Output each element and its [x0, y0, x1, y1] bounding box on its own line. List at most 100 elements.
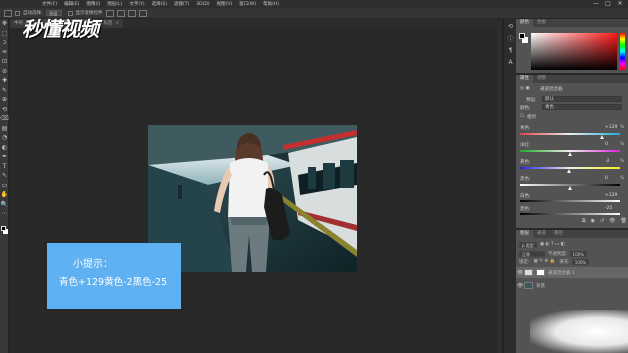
menu-item[interactable]: 编辑(E): [64, 1, 79, 7]
preset-label: 预设:: [526, 98, 537, 103]
foreground-color-swatch[interactable]: [1, 226, 6, 231]
preset-dropdown[interactable]: 默认: [542, 96, 622, 102]
slider-thumb[interactable]: [566, 169, 571, 173]
menu-item[interactable]: 图像(I): [86, 1, 100, 7]
tools-panel: ✥ ⬚ ↄ ⌯ ⊡ ⊘ ✚ ✎ ⊕ ⟲ ⌫ ▤ ◔ ◐ ✒ T ↖ ▭ ✋ 🔍 ⋯: [0, 19, 9, 353]
blur-icon[interactable]: ◔: [0, 133, 9, 143]
quick-select-icon[interactable]: ⌯: [0, 48, 9, 58]
healing-brush-icon[interactable]: ✚: [0, 76, 9, 86]
slider-thumb[interactable]: [567, 186, 572, 190]
align-left-icon[interactable]: [105, 9, 114, 17]
crop-tool-icon[interactable]: ⊡: [0, 57, 9, 67]
move-tool-icon[interactable]: [4, 9, 12, 17]
pen-tool-icon[interactable]: ✒: [0, 152, 9, 162]
opacity-input[interactable]: 100%: [569, 250, 587, 257]
slider-thumb[interactable]: [567, 152, 572, 156]
tab-swatches[interactable]: 色板: [533, 19, 550, 27]
lock-label: 锁定:: [519, 259, 530, 265]
menu-item[interactable]: 文件(F): [42, 1, 57, 7]
marquee-tool-icon[interactable]: ⬚: [0, 29, 9, 39]
menu-item[interactable]: 3D(D): [196, 2, 209, 7]
shape-tool-icon[interactable]: ▭: [0, 181, 9, 191]
eye-icon[interactable]: 👁: [516, 270, 524, 276]
white-slider-track[interactable]: [520, 200, 620, 202]
output-channel-label: 颜色:: [520, 106, 531, 111]
menu-item[interactable]: 选择(S): [152, 1, 167, 7]
delete-icon[interactable]: 🗑: [621, 218, 627, 224]
align-center-icon[interactable]: [116, 9, 125, 17]
white-label: 白色:: [520, 194, 531, 199]
slider-track[interactable]: [520, 133, 620, 135]
menu-item[interactable]: 滤镜(T): [174, 1, 189, 7]
tip-body: 青色+129黄色-2黑色-25: [59, 277, 168, 288]
menu-item[interactable]: 图层(L): [107, 1, 122, 7]
visibility-icon[interactable]: 👁: [609, 218, 615, 224]
clip-layer-icon[interactable]: ⧉: [582, 218, 586, 224]
clone-stamp-icon[interactable]: ⊕: [0, 95, 9, 105]
move-tool-icon[interactable]: ✥: [0, 19, 9, 29]
tab-paths[interactable]: 路径: [550, 230, 567, 238]
slider-value-input[interactable]: -2: [605, 159, 610, 164]
tab-close-icon[interactable]: ×: [115, 19, 119, 28]
menu-item[interactable]: 文字(Y): [129, 1, 144, 7]
menu-item[interactable]: 帮助(H): [263, 1, 279, 7]
close-icon[interactable]: ✕: [614, 0, 626, 8]
percent-unit: %: [620, 159, 625, 164]
path-select-icon[interactable]: ↖: [0, 171, 9, 181]
color-picker-field[interactable]: [531, 33, 617, 70]
tab-adjustments[interactable]: 调整: [533, 75, 550, 83]
vertical-scrollbar[interactable]: [497, 28, 501, 353]
type-tool-icon[interactable]: T: [0, 162, 9, 172]
distribute-icon[interactable]: [138, 9, 147, 17]
more-tools-icon[interactable]: ⋯: [0, 209, 9, 219]
blend-mode-dropdown[interactable]: 正常: [519, 250, 545, 257]
slider-thumb[interactable]: [599, 135, 604, 139]
auto-select-checkbox[interactable]: [15, 10, 20, 16]
layer-row-selected[interactable]: 👁 通道混合器 1: [516, 267, 628, 278]
brush-tool-icon[interactable]: ✎: [0, 86, 9, 96]
layer-filter-dropdown[interactable]: p 类型: [519, 241, 537, 248]
dodge-icon[interactable]: ◐: [0, 143, 9, 153]
menu-item[interactable]: 视图(V): [217, 1, 233, 7]
history-brush-icon[interactable]: ⟲: [0, 105, 9, 115]
window-controls: — □ ✕: [590, 0, 626, 8]
tab-layers[interactable]: 图层: [516, 230, 533, 238]
hand-tool-icon[interactable]: ✋: [0, 190, 9, 200]
reset-icon[interactable]: ↺: [600, 218, 604, 224]
slider-value-input[interactable]: 0: [605, 176, 608, 181]
align-right-icon[interactable]: [127, 9, 136, 17]
layer-row[interactable]: 👁 背景: [516, 280, 628, 291]
eraser-icon[interactable]: ⌫: [0, 114, 9, 124]
slider-label: 黑色:: [520, 177, 531, 182]
tab-channels[interactable]: 通道: [533, 230, 550, 238]
slider-value-input[interactable]: +129: [605, 125, 617, 130]
relative-checkbox[interactable]: ☐: [520, 114, 524, 119]
properties-panel: 属性 调整 ◎ ▣ 通道混合器 预设: 默认 颜色: 青色 ☐ 相对 青色: +1…: [516, 75, 628, 228]
fill-input[interactable]: 100%: [571, 258, 590, 265]
lock-icons[interactable]: ▦ ✎ ✥ 🔒: [534, 259, 556, 264]
watermark-logo: 秒懂视频: [22, 14, 99, 41]
filter-icons[interactable]: ▣ ◐ T ▭ ◧: [540, 242, 565, 247]
black-value-input[interactable]: -25: [605, 206, 612, 211]
black-slider-track[interactable]: [520, 213, 620, 215]
eyedropper-icon[interactable]: ⊘: [0, 67, 9, 77]
foreground-color-chip[interactable]: [519, 33, 525, 39]
slider-value-input[interactable]: 0: [605, 142, 608, 147]
zoom-tool-icon[interactable]: 🔍: [0, 200, 9, 210]
view-previous-icon[interactable]: ◉: [591, 218, 595, 224]
lasso-tool-icon[interactable]: ↄ: [0, 38, 9, 48]
tab-properties[interactable]: 属性: [516, 75, 533, 83]
slider-label: 青色:: [520, 126, 531, 131]
tab-color[interactable]: 颜色: [516, 19, 533, 27]
hue-slider[interactable]: [620, 33, 625, 70]
white-value-input[interactable]: +129: [605, 193, 617, 198]
eye-icon[interactable]: 👁: [516, 283, 524, 289]
gradient-icon[interactable]: ▤: [0, 124, 9, 134]
maximize-icon[interactable]: □: [602, 0, 614, 8]
light-glare: [530, 310, 628, 353]
minimize-icon[interactable]: —: [590, 0, 602, 8]
output-channel-dropdown[interactable]: 青色: [542, 104, 622, 110]
adjustment-thumbnail: [524, 269, 533, 276]
menu-bar: 文件(F) 编辑(E) 图像(I) 图层(L) 文字(Y) 选择(S) 滤镜(T) 3D(D)…: [0, 0, 628, 8]
menu-item[interactable]: 窗口(W): [239, 1, 256, 7]
